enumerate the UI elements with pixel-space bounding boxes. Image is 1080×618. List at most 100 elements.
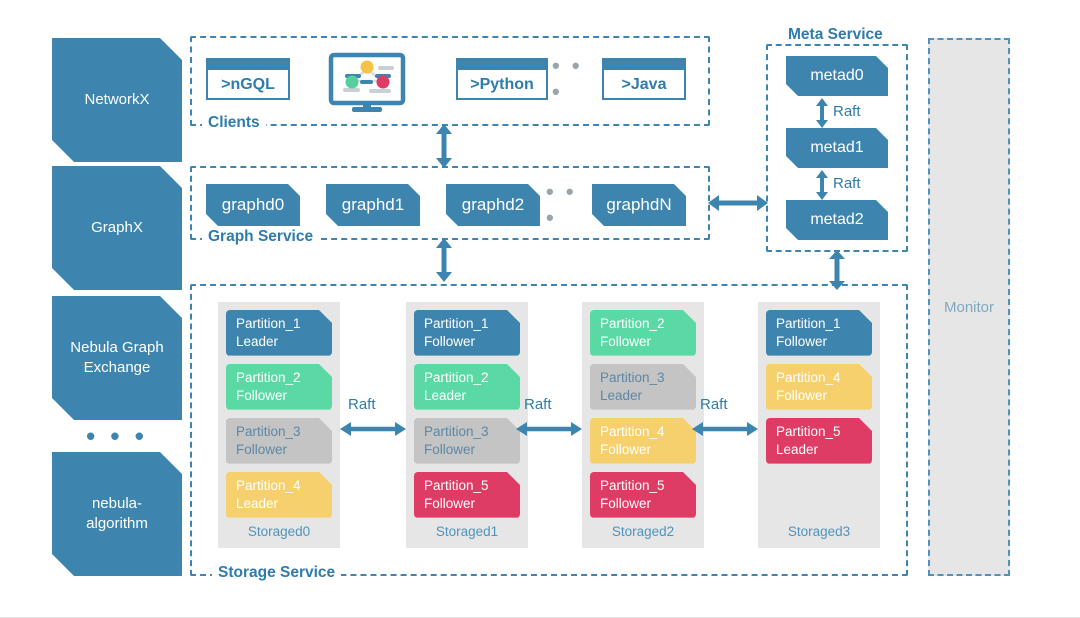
raft-label-storaged2-storaged3: Raft (700, 396, 728, 413)
partition-role: Follower (776, 387, 828, 403)
partition-item[interactable]: Partition_5 Follower (590, 472, 696, 518)
ecosystem-item-networkx[interactable]: NetworkX (52, 38, 182, 162)
clients-ellipsis-label: • • • (552, 53, 583, 104)
ecosystem-item-graphx[interactable]: GraphX (52, 166, 182, 290)
graphd-node-label: graphdN (606, 195, 672, 214)
clients-ellipsis: • • • (552, 53, 600, 104)
partition-role: Follower (236, 441, 288, 457)
partition-item[interactable]: Partition_2 Leader (414, 364, 520, 410)
partition-item[interactable]: Partition_5 Leader (766, 418, 872, 464)
graphd-node-label: graphd1 (341, 195, 405, 214)
partition-name: Partition_5 (776, 424, 841, 439)
partition-role: Follower (424, 441, 476, 457)
metad-node-label: metad0 (810, 67, 864, 84)
metad-node-label: metad2 (810, 211, 864, 228)
raft-label-metad0-metad1: Raft (833, 103, 861, 120)
partition-name: Partition_4 (776, 370, 841, 385)
client-terminal-java[interactable]: >Java (602, 58, 686, 100)
partition-role: Leader (600, 387, 643, 403)
storaged-host-label: Storaged3 (787, 524, 851, 539)
partition-item[interactable]: Partition_1 Follower (766, 310, 872, 356)
partition-name: Partition_2 (424, 370, 489, 385)
partition-name: Partition_1 (424, 316, 489, 331)
storaged-host-label: Storaged2 (611, 524, 675, 539)
partition-name: Partition_5 (424, 478, 489, 493)
client-terminal-python[interactable]: >Python (456, 58, 548, 100)
partition-name: Partition_3 (600, 370, 665, 385)
partition-role: Follower (424, 333, 476, 349)
client-terminal-ngql[interactable]: >nGQL (206, 58, 290, 100)
storaged-host-2[interactable]: Partition_2 Follower Partition_3 Leader … (582, 302, 704, 548)
ecosystem-item-nebula-algorithm[interactable]: nebula- algorithm (52, 452, 182, 576)
storaged-host-0[interactable]: Partition_1 Leader Partition_2 Follower … (218, 302, 340, 548)
partition-role: Leader (424, 387, 467, 403)
ecosystem-item-nebula-graph-exchange[interactable]: Nebula Graph Exchange (52, 296, 182, 420)
partition-item[interactable]: Partition_1 Leader (226, 310, 332, 356)
graphd-node-2[interactable]: graphd2 (446, 184, 540, 226)
partition-item[interactable]: Partition_4 Follower (766, 364, 872, 410)
partition-item[interactable]: Partition_2 Follower (226, 364, 332, 410)
meta-service-title: Meta Service (782, 26, 889, 44)
partition-item[interactable]: Partition_4 Leader (226, 472, 332, 518)
raft-label-storaged1-storaged2: Raft (524, 396, 552, 413)
arrow-clients-graph-service (432, 124, 456, 168)
partition-name: Partition_3 (424, 424, 489, 439)
partition-item[interactable]: Partition_3 Follower (414, 418, 520, 464)
storaged-host-1[interactable]: Partition_1 Follower Partition_2 Leader … (406, 302, 528, 548)
arrow-storaged2-storaged3-raft (692, 418, 758, 440)
partition-role: Follower (776, 333, 828, 349)
partition-item[interactable]: Partition_1 Follower (414, 310, 520, 356)
partition-name: Partition_1 (776, 316, 841, 331)
storaged-host-3[interactable]: Partition_1 Follower Partition_4 Followe… (758, 302, 880, 548)
metad-node-1[interactable]: metad1 (786, 128, 888, 168)
metad-node-2[interactable]: metad2 (786, 200, 888, 240)
partition-role: Leader (236, 333, 279, 349)
storage-service-title: Storage Service (212, 564, 342, 582)
partition-item[interactable]: Partition_5 Follower (414, 472, 520, 518)
partition-name: Partition_4 (236, 478, 301, 493)
metad-node-label: metad1 (810, 139, 864, 156)
clients-title: Clients (202, 114, 266, 132)
graph-studio-screen-icon[interactable] (328, 52, 406, 114)
partition-role: Follower (600, 333, 652, 349)
storaged-host-label: Storaged1 (435, 524, 499, 539)
raft-label-storaged0-storaged1: Raft (348, 396, 376, 413)
arrow-graph-storage-service (432, 238, 456, 282)
arrow-storaged1-storaged2-raft (516, 418, 582, 440)
partition-name: Partition_4 (600, 424, 665, 439)
graphd-node-n[interactable]: graphdN (592, 184, 686, 226)
monitor-label: Monitor (943, 298, 995, 316)
graph-service-ellipsis-label: • • • (546, 179, 577, 230)
architecture-diagram: NetworkX GraphX Nebula Graph Exchange • … (0, 0, 1080, 618)
arrow-metad0-metad1-raft (813, 98, 831, 128)
partition-name: Partition_2 (600, 316, 665, 331)
ecosystem-item-label: GraphX (91, 218, 143, 236)
terminal-label: >nGQL (208, 70, 288, 98)
partition-item[interactable]: Partition_4 Follower (590, 418, 696, 464)
ecosystem-item-label: nebula- algorithm (86, 494, 148, 532)
storaged-host-label: Storaged0 (247, 524, 311, 539)
partition-item[interactable]: Partition_3 Follower (226, 418, 332, 464)
partition-item[interactable]: Partition_3 Leader (590, 364, 696, 410)
ecosystem-item-label: NetworkX (84, 90, 150, 108)
partition-role: Follower (600, 495, 652, 511)
partition-name: Partition_5 (600, 478, 665, 493)
arrow-graph-meta-service (708, 191, 768, 215)
partition-role: Follower (424, 495, 476, 511)
metad-node-0[interactable]: metad0 (786, 56, 888, 96)
arrow-metad1-metad2-raft (813, 170, 831, 200)
terminal-titlebar (604, 60, 684, 70)
terminal-label: >Java (604, 70, 684, 98)
monitor-column[interactable]: Monitor (928, 38, 1010, 576)
partition-role: Follower (236, 387, 288, 403)
partition-item[interactable]: Partition_2 Follower (590, 310, 696, 356)
partition-role: Leader (236, 495, 279, 511)
graphd-node-0[interactable]: graphd0 (206, 184, 300, 226)
partition-name: Partition_1 (236, 316, 301, 331)
graphd-node-label: graphd2 (461, 195, 525, 214)
graphd-node-label: graphd0 (221, 195, 285, 214)
partition-role: Leader (776, 441, 819, 457)
ecosystem-ellipsis-label: • • • (86, 420, 148, 451)
ecosystem-ellipsis: • • • (52, 420, 182, 452)
graphd-node-1[interactable]: graphd1 (326, 184, 420, 226)
